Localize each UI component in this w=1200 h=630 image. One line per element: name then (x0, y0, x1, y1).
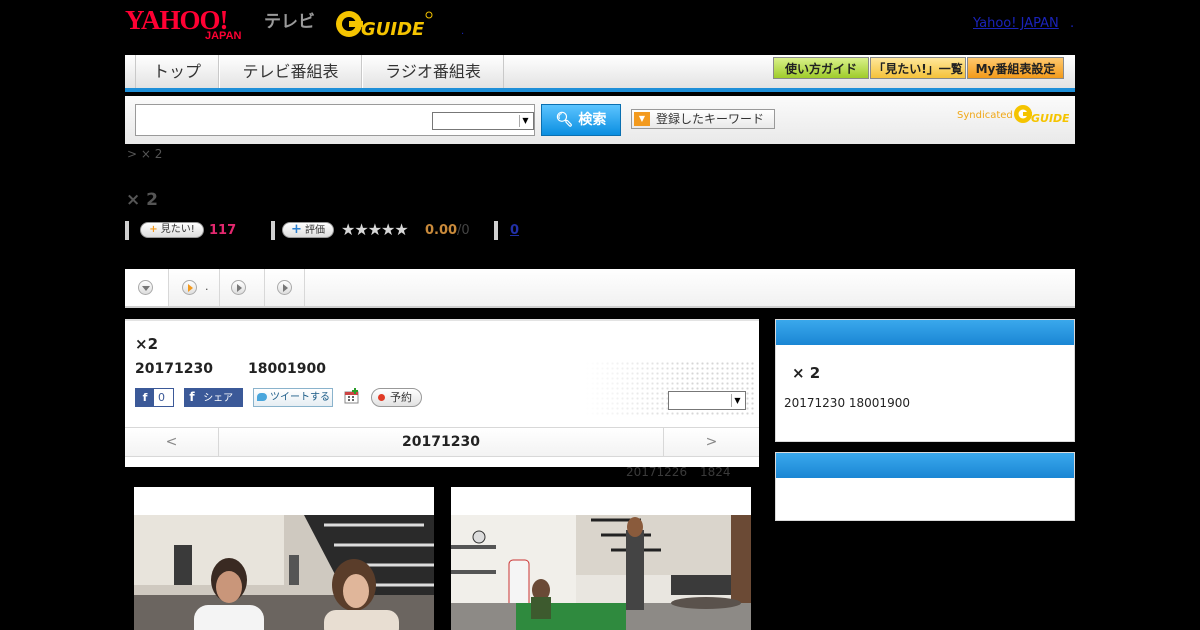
chevron-down-icon (138, 280, 153, 295)
tab-radio-schedule[interactable]: ラジオ番組表 (362, 55, 504, 88)
sidebar-box-header (776, 453, 1074, 478)
review-count-link[interactable]: 0 (510, 223, 519, 238)
date-navigation: < 20171230 > (125, 427, 759, 457)
gguide-logo[interactable]: GUIDE (334, 8, 434, 40)
program-thumbnail-2[interactable] (451, 487, 751, 630)
facebook-icon: f (136, 389, 154, 406)
facebook-share-button[interactable]: f シェア (184, 388, 243, 407)
usage-guide-button[interactable]: 使い方ガイド (773, 57, 869, 79)
updated-time: 1824 (700, 465, 731, 479)
yahoo-japan-link[interactable]: Yahoo! JAPAN (973, 16, 1059, 31)
rate-button[interactable]: + 評価 (282, 222, 334, 238)
page-title: × 2 (126, 190, 158, 210)
add-calendar-icon[interactable] (344, 388, 359, 404)
page: YAHOO! JAPAN テレビ GUIDE . Yahoo! JAPAN . … (0, 0, 1200, 630)
reserve-recording-button[interactable]: 予約 (371, 388, 422, 407)
rate-button-label: 評価 (305, 225, 326, 236)
sidebar-box-program: × 2 20171230 18001900 (775, 319, 1075, 442)
tweet-label: ツイートする (270, 392, 330, 403)
facebook-count: 0 (158, 391, 165, 404)
svg-text:GUIDE: GUIDE (361, 19, 425, 40)
stat-divider (271, 221, 275, 240)
facebook-like-count[interactable]: f 0 (135, 388, 174, 407)
header-dot-link[interactable]: . (461, 26, 464, 37)
yahoo-japan-logo[interactable]: YAHOO! JAPAN (125, 6, 241, 42)
subtab-3[interactable] (265, 269, 305, 306)
record-icon (378, 394, 385, 401)
tv-logo-text[interactable]: テレビ (264, 7, 315, 32)
sidebar-box-2 (775, 452, 1075, 521)
subtab-2[interactable] (220, 269, 265, 306)
search-bar: ▼ 🔍︎ 検索 ▼ 登録したキーワード Syndicated GUIDE (125, 96, 1075, 144)
subtab-1[interactable] (169, 269, 220, 306)
sidebar-program-meta: 20171230 18001900 (784, 396, 910, 410)
program-time: 18001900 (248, 361, 326, 377)
program-select[interactable]: ▼ (668, 391, 746, 410)
stat-divider (494, 221, 498, 240)
svg-text:GUIDE: GUIDE (1031, 112, 1069, 125)
rating-count: /0 (457, 223, 470, 238)
updated-date: 20171226 (626, 465, 688, 479)
sidebar-program-title[interactable]: × 2 (792, 364, 820, 382)
twitter-bird-icon (257, 393, 267, 401)
want-count: 117 (209, 223, 237, 238)
registered-keyword-button[interactable]: ▼ 登録したキーワード (631, 109, 775, 129)
studio-interview-image (134, 515, 434, 630)
play-icon (182, 280, 197, 295)
program-detail-panel: ×2 20171230 18001900 f 0 f シェア ツイートする 予約 (125, 319, 759, 467)
next-date-button[interactable]: > (663, 428, 759, 456)
registered-keyword-label: 登録したキーワード (656, 112, 765, 126)
rating-score: 0.00 (425, 223, 458, 238)
japan-logo-text: JAPAN (205, 30, 242, 42)
breadcrumb: > × 2 (127, 147, 163, 161)
want-button-label: 見たい! (160, 224, 195, 235)
header-dot-link-2[interactable]: . (1070, 16, 1074, 31)
facebook-icon: f (189, 390, 195, 404)
chevron-down-icon: ▼ (519, 115, 531, 127)
rating-stars: ★★★★★ (341, 220, 409, 239)
sidebar-box-header (776, 320, 1074, 345)
tab-top[interactable]: トップ (135, 55, 219, 88)
program-thumbnail-1[interactable] (134, 487, 434, 630)
want-list-button[interactable]: 「見たい!」一覧 (870, 57, 966, 79)
sub-tabs (125, 269, 1075, 308)
current-date: 20171230 (402, 434, 480, 450)
subtab-0[interactable] (125, 269, 169, 306)
syndicated-label: Syndicated (957, 110, 1013, 121)
dropdown-arrow-icon: ▼ (634, 112, 650, 126)
chevron-down-icon: ▼ (731, 394, 743, 407)
plus-icon: + (290, 222, 302, 237)
tab-tv-schedule[interactable]: テレビ番組表 (219, 55, 362, 88)
subtab-1-label: . (205, 280, 209, 293)
share-label: シェア (203, 393, 234, 404)
global-nav: トップ テレビ番組表 ラジオ番組表 使い方ガイド 「見たい!」一覧 My番組表設… (125, 55, 1075, 92)
play-icon (231, 280, 246, 295)
reserve-label: 予約 (390, 391, 412, 404)
my-schedule-settings-button[interactable]: My番組表設定 (967, 57, 1064, 79)
program-title: ×2 (135, 335, 159, 353)
play-icon (277, 280, 292, 295)
prev-date-button[interactable]: < (125, 428, 219, 456)
search-button[interactable]: 🔍︎ 検索 (541, 104, 621, 136)
stat-divider (125, 221, 129, 240)
search-icon: 🔍︎ (555, 112, 574, 128)
search-button-label: 検索 (578, 112, 607, 128)
syndicated-gguide-logo: GUIDE (1014, 105, 1069, 125)
program-date: 20171230 (135, 361, 213, 377)
plus-icon: + (149, 224, 158, 235)
search-genre-select[interactable]: ▼ (432, 112, 534, 130)
want-button[interactable]: + 見たい! (140, 222, 204, 238)
tweet-button[interactable]: ツイートする (253, 388, 333, 407)
living-room-golf-image (451, 515, 751, 630)
